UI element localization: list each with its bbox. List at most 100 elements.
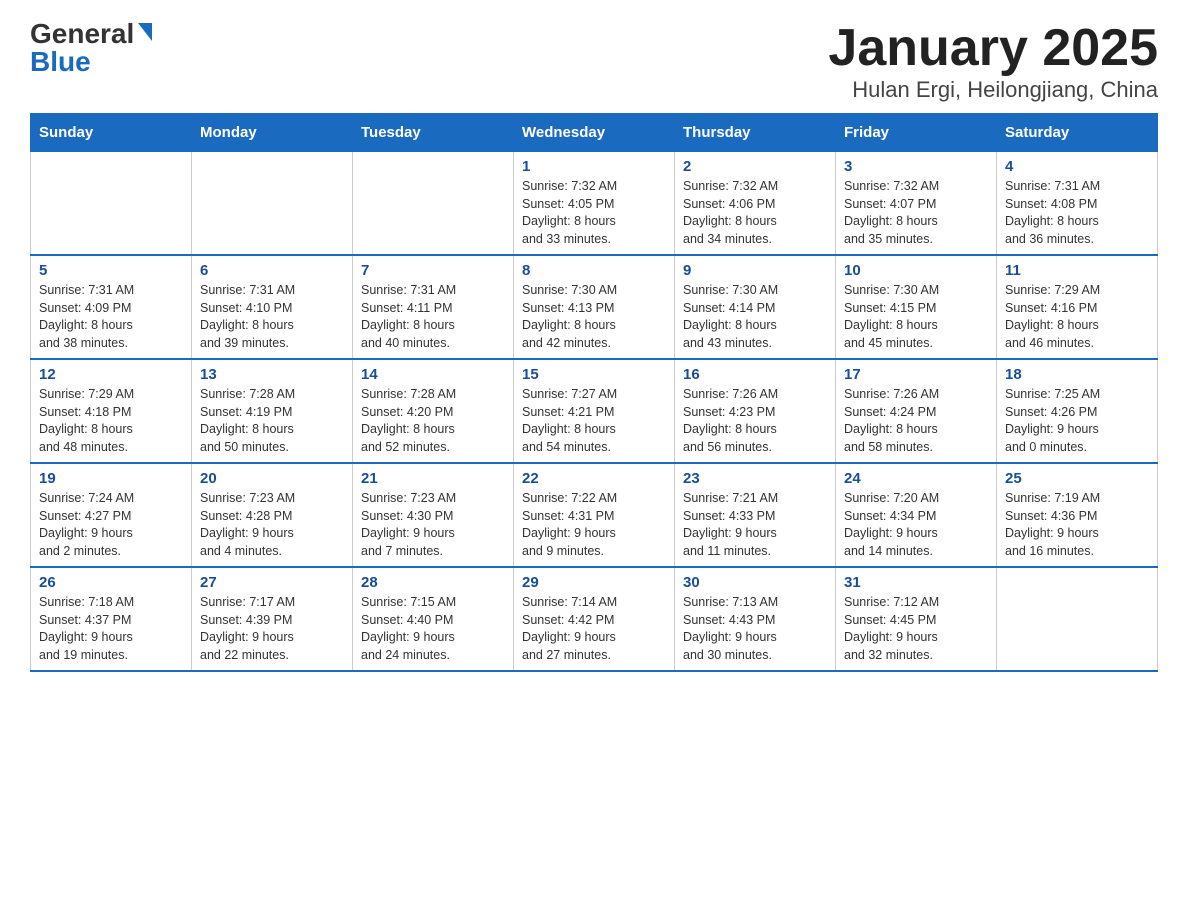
calendar-week-row: 19 Sunrise: 7:24 AMSunset: 4:27 PMDayligh… (31, 463, 1158, 567)
calendar-cell: 23Sunrise: 7:21 AMSunset: 4:33 PMDayligh… (675, 463, 836, 567)
day-number: 9 (683, 262, 827, 279)
logo-general: General (30, 20, 134, 48)
day-number: 25 (1005, 470, 1149, 487)
logo: General Blue (30, 20, 152, 76)
calendar-cell: 9 Sunrise: 7:30 AMSunset: 4:14 PMDaylight… (675, 255, 836, 359)
day-number: 14 (361, 366, 505, 383)
calendar-cell: 13 Sunrise: 7:28 AMSunset: 4:19 PMDayligh… (192, 359, 353, 463)
day-info: Sunrise: 7:31 AMSunset: 4:08 PMDaylight:… (1005, 178, 1149, 248)
title-block: January 2025 Hulan Ergi, Heilongjiang, C… (828, 20, 1158, 103)
day-number: 8 (522, 262, 666, 279)
day-info: Sunrise: 7:27 AMSunset: 4:21 PMDaylight:… (522, 386, 666, 456)
day-number: 11 (1005, 262, 1149, 279)
logo-triangle-icon (138, 23, 152, 41)
calendar-header-tuesday: Tuesday (353, 114, 514, 152)
day-info: Sunrise: 7:29 AMSunset: 4:18 PMDaylight:… (39, 386, 183, 456)
day-number: 20 (200, 470, 344, 487)
calendar-cell: 17 Sunrise: 7:26 AMSunset: 4:24 PMDayligh… (836, 359, 997, 463)
calendar-cell: 8 Sunrise: 7:30 AMSunset: 4:13 PMDaylight… (514, 255, 675, 359)
calendar-cell: 4 Sunrise: 7:31 AMSunset: 4:08 PMDaylight… (997, 152, 1158, 256)
calendar-header-saturday: Saturday (997, 114, 1158, 152)
day-info: Sunrise: 7:22 AMSunset: 4:31 PMDaylight:… (522, 490, 666, 560)
day-info: Sunrise: 7:12 AMSunset: 4:45 PMDaylight:… (844, 594, 988, 664)
day-number: 27 (200, 574, 344, 591)
calendar-cell (31, 152, 192, 256)
calendar-header-wednesday: Wednesday (514, 114, 675, 152)
day-number: 24 (844, 470, 988, 487)
calendar-header-sunday: Sunday (31, 114, 192, 152)
day-info: Sunrise: 7:31 AMSunset: 4:10 PMDaylight:… (200, 282, 344, 352)
day-info: Sunrise: 7:28 AMSunset: 4:19 PMDaylight:… (200, 386, 344, 456)
calendar-cell: 14 Sunrise: 7:28 AMSunset: 4:20 PMDayligh… (353, 359, 514, 463)
day-number: 2 (683, 158, 827, 175)
day-number: 17 (844, 366, 988, 383)
day-info: Sunrise: 7:17 AMSunset: 4:39 PMDaylight:… (200, 594, 344, 664)
day-number: 21 (361, 470, 505, 487)
day-info: Sunrise: 7:24 AMSunset: 4:27 PMDaylight:… (39, 490, 183, 560)
calendar-week-row: 12 Sunrise: 7:29 AMSunset: 4:18 PMDayligh… (31, 359, 1158, 463)
day-number: 15 (522, 366, 666, 383)
calendar-cell: 30Sunrise: 7:13 AMSunset: 4:43 PMDayligh… (675, 567, 836, 671)
day-info: Sunrise: 7:31 AMSunset: 4:11 PMDaylight:… (361, 282, 505, 352)
calendar-cell: 11 Sunrise: 7:29 AMSunset: 4:16 PMDayligh… (997, 255, 1158, 359)
calendar-cell: 3Sunrise: 7:32 AMSunset: 4:07 PMDaylight… (836, 152, 997, 256)
calendar-cell (353, 152, 514, 256)
day-info: Sunrise: 7:21 AMSunset: 4:33 PMDaylight:… (683, 490, 827, 560)
calendar-cell: 7 Sunrise: 7:31 AMSunset: 4:11 PMDaylight… (353, 255, 514, 359)
calendar-cell: 19 Sunrise: 7:24 AMSunset: 4:27 PMDayligh… (31, 463, 192, 567)
day-info: Sunrise: 7:30 AMSunset: 4:14 PMDaylight:… (683, 282, 827, 352)
day-info: Sunrise: 7:14 AMSunset: 4:42 PMDaylight:… (522, 594, 666, 664)
day-info: Sunrise: 7:23 AMSunset: 4:28 PMDaylight:… (200, 490, 344, 560)
day-number: 1 (522, 158, 666, 175)
calendar-header-row: SundayMondayTuesdayWednesdayThursdayFrid… (31, 114, 1158, 152)
calendar-cell (192, 152, 353, 256)
day-number: 22 (522, 470, 666, 487)
day-number: 10 (844, 262, 988, 279)
day-number: 12 (39, 366, 183, 383)
calendar-week-row: 5 Sunrise: 7:31 AMSunset: 4:09 PMDaylight… (31, 255, 1158, 359)
page-header: General Blue January 2025 Hulan Ergi, He… (30, 20, 1158, 103)
calendar-cell: 27 Sunrise: 7:17 AMSunset: 4:39 PMDayligh… (192, 567, 353, 671)
day-number: 19 (39, 470, 183, 487)
day-info: Sunrise: 7:20 AMSunset: 4:34 PMDaylight:… (844, 490, 988, 560)
calendar-cell: 28Sunrise: 7:15 AMSunset: 4:40 PMDayligh… (353, 567, 514, 671)
calendar-week-row: 1 Sunrise: 7:32 AMSunset: 4:05 PMDaylight… (31, 152, 1158, 256)
day-info: Sunrise: 7:19 AMSunset: 4:36 PMDaylight:… (1005, 490, 1149, 560)
day-info: Sunrise: 7:30 AMSunset: 4:13 PMDaylight:… (522, 282, 666, 352)
day-info: Sunrise: 7:29 AMSunset: 4:16 PMDaylight:… (1005, 282, 1149, 352)
calendar-cell: 20 Sunrise: 7:23 AMSunset: 4:28 PMDayligh… (192, 463, 353, 567)
day-info: Sunrise: 7:31 AMSunset: 4:09 PMDaylight:… (39, 282, 183, 352)
day-info: Sunrise: 7:13 AMSunset: 4:43 PMDaylight:… (683, 594, 827, 664)
day-info: Sunrise: 7:25 AMSunset: 4:26 PMDaylight:… (1005, 386, 1149, 456)
calendar-week-row: 26Sunrise: 7:18 AMSunset: 4:37 PMDayligh… (31, 567, 1158, 671)
day-info: Sunrise: 7:26 AMSunset: 4:24 PMDaylight:… (844, 386, 988, 456)
calendar-cell: 16Sunrise: 7:26 AMSunset: 4:23 PMDayligh… (675, 359, 836, 463)
day-info: Sunrise: 7:32 AMSunset: 4:07 PMDaylight:… (844, 178, 988, 248)
calendar-cell: 29Sunrise: 7:14 AMSunset: 4:42 PMDayligh… (514, 567, 675, 671)
day-info: Sunrise: 7:30 AMSunset: 4:15 PMDaylight:… (844, 282, 988, 352)
calendar-cell: 15 Sunrise: 7:27 AMSunset: 4:21 PMDayligh… (514, 359, 675, 463)
calendar-cell: 10 Sunrise: 7:30 AMSunset: 4:15 PMDayligh… (836, 255, 997, 359)
day-info: Sunrise: 7:18 AMSunset: 4:37 PMDaylight:… (39, 594, 183, 664)
calendar-cell: 24 Sunrise: 7:20 AMSunset: 4:34 PMDayligh… (836, 463, 997, 567)
calendar-cell: 31 Sunrise: 7:12 AMSunset: 4:45 PMDayligh… (836, 567, 997, 671)
day-info: Sunrise: 7:32 AMSunset: 4:06 PMDaylight:… (683, 178, 827, 248)
day-info: Sunrise: 7:23 AMSunset: 4:30 PMDaylight:… (361, 490, 505, 560)
calendar-cell: 25 Sunrise: 7:19 AMSunset: 4:36 PMDayligh… (997, 463, 1158, 567)
day-number: 16 (683, 366, 827, 383)
day-number: 13 (200, 366, 344, 383)
day-number: 7 (361, 262, 505, 279)
calendar-table: SundayMondayTuesdayWednesdayThursdayFrid… (30, 113, 1158, 672)
day-info: Sunrise: 7:32 AMSunset: 4:05 PMDaylight:… (522, 178, 666, 248)
calendar-cell: 22 Sunrise: 7:22 AMSunset: 4:31 PMDayligh… (514, 463, 675, 567)
calendar-header-thursday: Thursday (675, 114, 836, 152)
calendar-header-friday: Friday (836, 114, 997, 152)
calendar-cell: 26Sunrise: 7:18 AMSunset: 4:37 PMDayligh… (31, 567, 192, 671)
day-number: 31 (844, 574, 988, 591)
day-number: 5 (39, 262, 183, 279)
calendar-cell: 12 Sunrise: 7:29 AMSunset: 4:18 PMDayligh… (31, 359, 192, 463)
calendar-cell: 21 Sunrise: 7:23 AMSunset: 4:30 PMDayligh… (353, 463, 514, 567)
calendar-cell: 1 Sunrise: 7:32 AMSunset: 4:05 PMDaylight… (514, 152, 675, 256)
day-info: Sunrise: 7:28 AMSunset: 4:20 PMDaylight:… (361, 386, 505, 456)
day-number: 4 (1005, 158, 1149, 175)
